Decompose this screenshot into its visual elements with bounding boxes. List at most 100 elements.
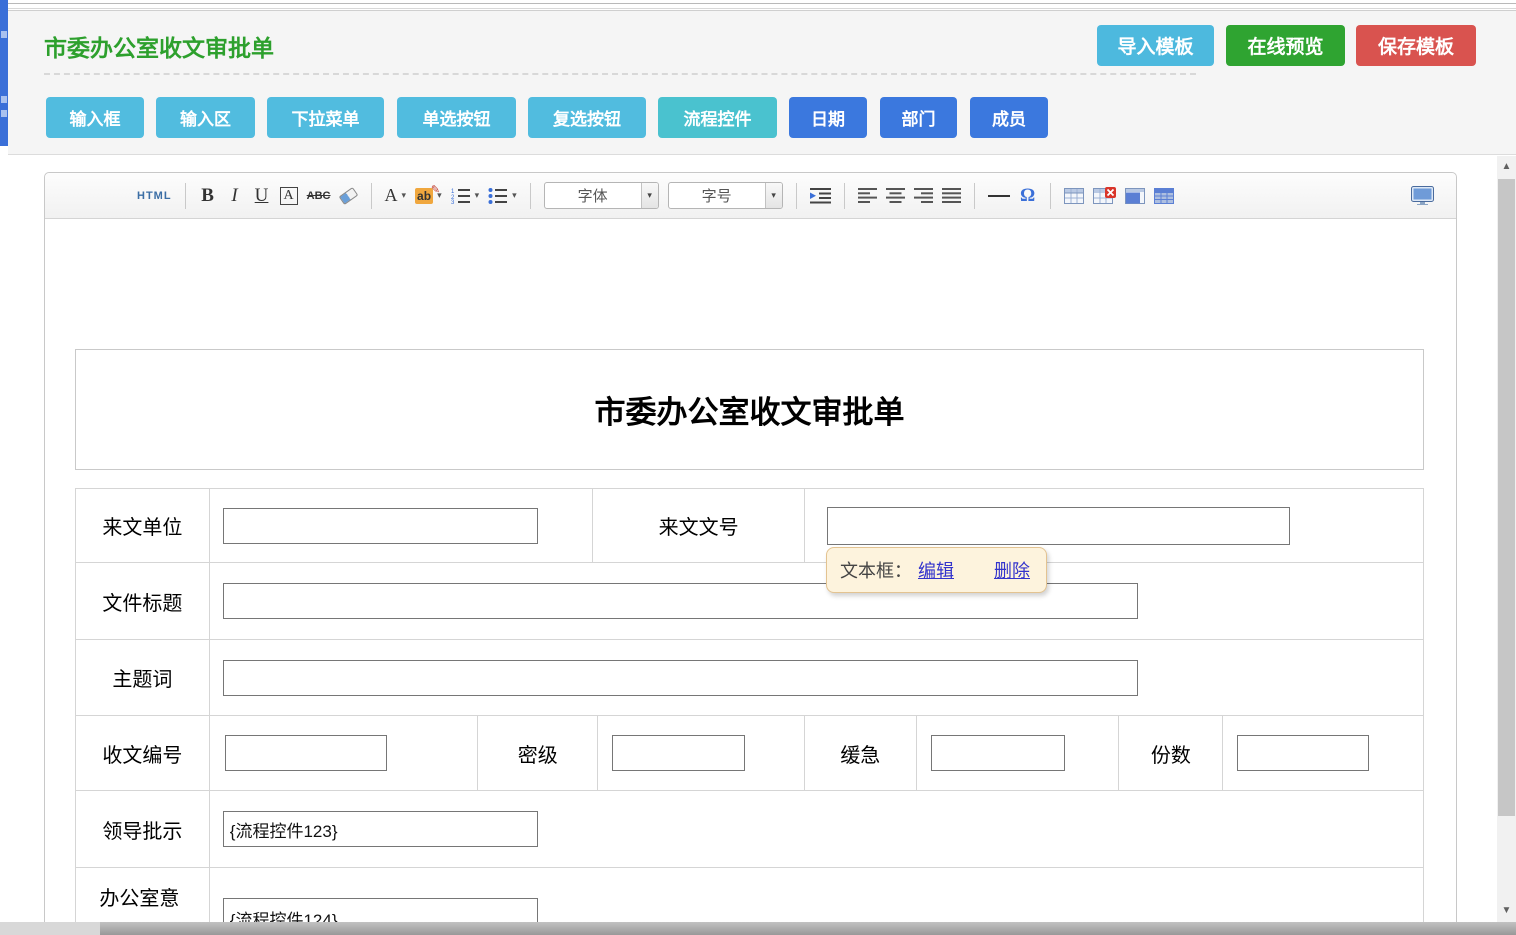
left-edge-mark [1,31,7,38]
widget-button-radio[interactable]: 单选按钮 [397,97,516,138]
label-doc-number: 来文文号 [593,489,805,562]
dashed-separator [44,73,1196,75]
form-title-box: 市委办公室收文审批单 [75,349,1424,470]
label-copies: 份数 [1119,716,1223,790]
svg-text:3: 3 [451,200,455,204]
top-hairline-2 [0,8,1516,9]
label-source-unit: 来文单位 [76,489,210,562]
cell-secrecy [598,716,805,790]
import-template-button[interactable]: 导入模板 [1097,25,1214,66]
label-secrecy: 密级 [478,716,598,790]
form-table: 来文单位 来文文号 文件标题 主题词 收文编号 [75,488,1424,935]
widget-button-member[interactable]: 成员 [970,97,1048,138]
save-template-button[interactable]: 保存模板 [1356,25,1476,66]
toolbar-separator [1050,183,1051,209]
unordered-list-icon[interactable]: ▾ [488,182,517,210]
left-edge-mark [1,110,7,117]
left-edge-mark [1,96,7,103]
widget-tooltip: 文本框： 编辑 删除 [826,547,1047,593]
table-properties-icon[interactable] [1125,182,1145,210]
html-source-icon[interactable]: HTML [137,182,172,210]
cell-receipt-no [210,716,479,790]
source-unit-input[interactable] [223,508,538,544]
toolbar-separator [530,183,531,209]
indent-icon[interactable] [810,182,831,210]
toolbar-separator [371,183,372,209]
secrecy-input[interactable] [612,735,745,771]
tooltip-delete-link[interactable]: 删除 [994,557,1030,583]
scrollbar-thumb[interactable] [1498,179,1515,816]
align-center-icon[interactable] [886,182,905,210]
table-delete-icon[interactable] [1093,182,1116,210]
copies-input[interactable] [1237,735,1369,771]
scroll-up-button[interactable]: ▲ [1497,156,1516,176]
widget-button-input-area[interactable]: 输入区 [156,97,255,138]
label-receipt-no: 收文编号 [76,716,210,790]
table-row: 来文单位 来文文号 [76,489,1423,563]
label-urgency: 缓急 [805,716,917,790]
widget-button-department[interactable]: 部门 [880,97,957,138]
chevron-down-icon[interactable]: ▾ [641,183,658,208]
receipt-no-input[interactable] [225,735,387,771]
font-color-icon[interactable]: A▾ [385,182,407,210]
table-row: 领导批示 [76,791,1423,868]
form-title: 市委办公室收文审批单 [595,387,905,432]
toolbar-separator [796,183,797,209]
widget-button-checkbox[interactable]: 复选按钮 [528,97,646,138]
eraser-icon[interactable] [340,182,358,210]
subject-input[interactable] [223,660,1138,696]
widget-button-dropdown[interactable]: 下拉菜单 [267,97,384,138]
align-justify-icon[interactable] [942,182,961,210]
italic-icon[interactable]: I [226,182,244,210]
widget-button-input-box[interactable]: 输入框 [46,97,144,138]
table-insert-icon[interactable] [1064,182,1084,210]
widget-button-flow-control[interactable]: 流程控件 [658,97,777,138]
left-window-edge [0,0,8,146]
highlight-color-icon[interactable]: ab✎▾ [415,182,442,210]
widget-button-date[interactable]: 日期 [789,97,867,138]
tooltip-edit-link[interactable]: 编辑 [918,557,954,583]
table-row: 收文编号 密级 缓急 份数 [76,716,1423,791]
toolbar-separator [185,183,186,209]
strikethrough-icon[interactable]: ABC [307,182,331,210]
cell-copies [1223,716,1423,790]
page-title: 市委办公室收文审批单 [44,29,274,63]
toolbar-separator [844,183,845,209]
cell-urgency [917,716,1120,790]
cell-leader-note [210,791,1423,867]
table-row: 主题词 [76,640,1423,716]
urgency-input[interactable] [931,735,1065,771]
top-hairline [0,3,1516,4]
label-leader-note: 领导批示 [76,791,210,867]
bottom-window-bar [0,922,1516,935]
label-subject: 主题词 [76,640,210,715]
table-cells-icon[interactable] [1154,182,1174,210]
cell-doc-title [210,563,1423,639]
bold-icon[interactable]: B [199,182,217,210]
table-row: 文件标题 [76,563,1423,640]
ordered-list-icon[interactable]: 123 ▾ [451,182,480,210]
horizontal-rule-icon[interactable] [988,182,1010,210]
bottom-bar-segment [0,922,100,935]
tooltip-label: 文本框： [840,557,912,583]
align-left-icon[interactable] [858,182,877,210]
boxed-a-icon[interactable]: A [280,187,298,205]
cell-source-unit [210,489,593,562]
special-char-icon[interactable]: Ω [1019,182,1037,210]
editor-toolbar: HTML B I U A ABC A▾ ab✎▾ 123 ▾ ▾ 字体 ▾ [45,173,1456,219]
fullscreen-monitor-icon[interactable] [1411,182,1434,210]
align-right-icon[interactable] [914,182,933,210]
font-family-select[interactable]: 字体 ▾ [544,182,659,209]
leader-note-input[interactable] [223,811,538,847]
page: 市委办公室收文审批单 导入模板 在线预览 保存模板 输入框 输入区 下拉菜单 单… [0,0,1516,935]
label-doc-title: 文件标题 [76,563,210,639]
scroll-down-button[interactable]: ▼ [1497,900,1516,920]
online-preview-button[interactable]: 在线预览 [1226,25,1345,66]
font-size-select[interactable]: 字号 ▾ [668,182,783,209]
toolbar-separator [974,183,975,209]
doc-number-input[interactable] [827,507,1290,545]
chevron-down-icon[interactable]: ▾ [765,183,782,208]
cell-subject [210,640,1423,715]
vertical-scrollbar[interactable]: ▲ ▼ [1497,156,1516,922]
underline-icon[interactable]: U [253,182,271,210]
